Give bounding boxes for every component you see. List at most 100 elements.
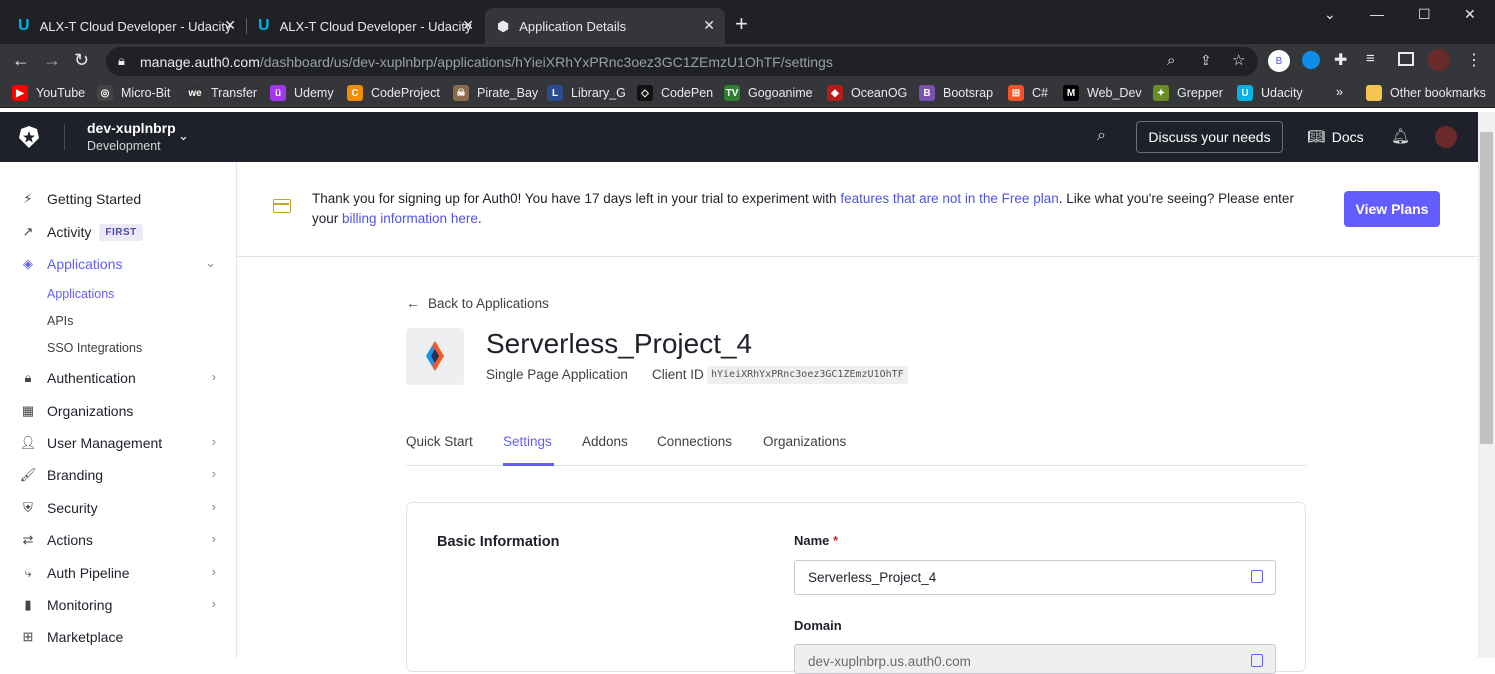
sidebar-subitem-sso-integrations[interactable]: SSO Integrations bbox=[47, 341, 142, 355]
bookmarks-overflow-icon[interactable]: » bbox=[1336, 85, 1343, 99]
copy-icon[interactable] bbox=[1251, 570, 1263, 583]
page-scrollbar[interactable] bbox=[1478, 112, 1495, 658]
minimize-icon[interactable]: — bbox=[1370, 6, 1384, 22]
bookmark-item[interactable]: ⊞ C# bbox=[1008, 85, 1048, 101]
auth0-favicon-icon: ⬢ bbox=[497, 17, 510, 34]
shazam-extension-icon[interactable] bbox=[1302, 51, 1320, 69]
sidebar-item-user-management[interactable]: 👤︎ User Management › bbox=[20, 431, 220, 455]
bookmark-item[interactable]: C CodeProject bbox=[347, 85, 440, 101]
sidebar-item-getting-started[interactable]: ⚡︎ Getting Started bbox=[20, 187, 220, 211]
free-plan-features-link[interactable]: features that are not in the Free plan bbox=[840, 191, 1058, 206]
tab-settings[interactable]: Settings bbox=[503, 434, 552, 449]
browser-tab-active[interactable]: ⬢ Application Details ✕ bbox=[485, 8, 725, 44]
browser-toolbar: ← → ↻ 🔒︎ manage.auth0.com/dashboard/us/d… bbox=[0, 44, 1495, 78]
tab-title: ALX-T Cloud Developer - Udacity bbox=[39, 18, 232, 34]
web-dev-icon: M bbox=[1063, 85, 1079, 101]
back-to-applications-link[interactable]: ← Back to Applications bbox=[406, 295, 549, 311]
bookmark-item[interactable]: we Transfer bbox=[187, 85, 257, 101]
avatar[interactable] bbox=[1435, 126, 1457, 148]
auth0-logo-icon[interactable] bbox=[17, 125, 41, 149]
close-tab-icon[interactable]: ✕ bbox=[462, 17, 474, 34]
docs-link[interactable]: 📖︎ Docs bbox=[1307, 128, 1364, 145]
udacity-icon: U bbox=[258, 17, 270, 34]
close-window-icon[interactable]: ✕ bbox=[1464, 6, 1476, 23]
bookmark-item[interactable]: ✦ Grepper bbox=[1153, 85, 1223, 101]
sidebar-item-branding[interactable]: 🖌︎ Branding › bbox=[20, 463, 220, 487]
first-badge: FIRST bbox=[99, 223, 143, 241]
tab-title: ALX-T Cloud Developer - Udacity bbox=[279, 18, 472, 34]
sidebar-item-monitoring[interactable]: ▮ Monitoring › bbox=[20, 593, 220, 617]
tab-connections[interactable]: Connections bbox=[657, 434, 732, 449]
client-id-value[interactable]: hYieiXRhYxPRnc3oez3GC1ZEmzU1OhTF bbox=[707, 366, 908, 384]
bookmark-item[interactable]: ◎ Micro-Bit bbox=[97, 85, 170, 101]
tenant-switcher[interactable]: dev-xuplnbrp Development bbox=[87, 120, 176, 153]
search-icon[interactable]: ⌕ bbox=[1097, 127, 1106, 145]
forward-arrow-icon[interactable]: → bbox=[43, 50, 61, 71]
media-playlist-icon[interactable]: ≡ bbox=[1366, 50, 1375, 67]
sidebar-item-activity[interactable]: ↗ Activity FIRST bbox=[20, 220, 220, 244]
browser-tab[interactable]: U ALX-T Cloud Developer - Udacity ✕ bbox=[6, 8, 247, 44]
bookmark-item[interactable]: ü Udemy bbox=[270, 85, 334, 101]
new-tab-icon[interactable]: + bbox=[735, 13, 748, 35]
bookmark-item[interactable]: ▶ YouTube bbox=[12, 85, 85, 101]
address-bar[interactable]: 🔒︎ manage.auth0.com/dashboard/us/dev-xup… bbox=[106, 47, 1258, 76]
sidebar: ⚡︎ Getting Started ↗ Activity FIRST ◈ Applic… bbox=[0, 162, 237, 658]
profile-extension-icon[interactable]: B bbox=[1268, 50, 1290, 72]
back-arrow-icon[interactable]: ← bbox=[12, 50, 30, 71]
bookmark-item[interactable]: ◆ OceanOG bbox=[827, 85, 907, 101]
other-bookmarks[interactable]: Other bookmarks bbox=[1366, 85, 1486, 101]
bookmark-item[interactable]: U Udacity bbox=[1237, 85, 1303, 101]
share-icon[interactable]: ⇪ bbox=[1200, 52, 1212, 69]
zoom-search-icon[interactable]: ⌕ bbox=[1167, 52, 1175, 69]
copy-icon[interactable] bbox=[1251, 654, 1263, 667]
bookmark-item[interactable]: L Library_G bbox=[547, 85, 626, 101]
sidebar-item-marketplace[interactable]: ⊞ Marketplace bbox=[20, 625, 220, 649]
sidebar-item-organizations[interactable]: ▦ Organizations bbox=[20, 399, 220, 423]
name-field[interactable]: Serverless_Project_4 bbox=[794, 560, 1276, 595]
sidebar-item-authentication[interactable]: 🔒︎ Authentication › bbox=[20, 366, 220, 390]
bookmark-item[interactable]: M Web_Dev bbox=[1063, 85, 1142, 101]
close-tab-icon[interactable]: ✕ bbox=[224, 17, 236, 34]
client-id-label: Client ID bbox=[652, 367, 704, 382]
bookmark-item[interactable]: TV Gogoanime bbox=[724, 85, 813, 101]
domain-field[interactable]: dev-xuplnbrp.us.auth0.com bbox=[794, 644, 1276, 674]
application-logo bbox=[406, 328, 464, 385]
udacity-icon: U bbox=[1237, 85, 1253, 101]
tab-quick-start[interactable]: Quick Start bbox=[406, 434, 473, 449]
chevron-down-icon[interactable]: ⌄ bbox=[178, 128, 189, 144]
shield-icon: ⛨ bbox=[23, 500, 33, 515]
billing-information-link[interactable]: billing information here bbox=[342, 211, 478, 226]
discuss-needs-button[interactable]: Discuss your needs bbox=[1136, 121, 1283, 153]
more-menu-icon[interactable]: ⋮ bbox=[1466, 50, 1482, 70]
sidebar-item-actions[interactable]: ⇄ Actions › bbox=[20, 528, 220, 552]
reload-icon[interactable]: ↻ bbox=[74, 50, 89, 71]
scrollbar-thumb[interactable] bbox=[1480, 132, 1493, 444]
bookmark-star-icon[interactable]: ☆ bbox=[1232, 51, 1245, 69]
extensions-puzzle-icon[interactable]: ✚ bbox=[1334, 50, 1347, 70]
avatar[interactable] bbox=[1428, 49, 1450, 71]
browser-tab[interactable]: U ALX-T Cloud Developer - Udacity ✕ bbox=[246, 8, 484, 44]
side-panel-icon[interactable] bbox=[1398, 52, 1414, 66]
bookmark-item[interactable]: ☠ Pirate_Bay bbox=[453, 85, 538, 101]
chevron-right-icon: › bbox=[211, 434, 216, 449]
spa-logo-icon bbox=[426, 341, 444, 371]
bookmark-item[interactable]: ◇ CodePen bbox=[637, 85, 713, 101]
sidebar-subitem-apis[interactable]: APIs bbox=[47, 314, 73, 328]
view-plans-button[interactable]: View Plans bbox=[1344, 191, 1440, 227]
sidebar-item-applications[interactable]: ◈ Applications ⌄ bbox=[20, 252, 220, 276]
trial-banner: Thank you for signing up for Auth0! You … bbox=[237, 162, 1478, 257]
sidebar-item-security[interactable]: ⛨ Security › bbox=[20, 496, 220, 520]
tab-search-icon[interactable]: ⌄ bbox=[1324, 6, 1336, 23]
maximize-icon[interactable]: ☐ bbox=[1418, 6, 1431, 23]
pirate-bay-icon: ☠ bbox=[453, 85, 469, 101]
activity-icon: ↗ bbox=[22, 224, 34, 239]
tab-addons[interactable]: Addons bbox=[582, 434, 628, 449]
codepen-icon: ◇ bbox=[637, 85, 653, 101]
lock-icon: 🔒︎ bbox=[24, 370, 32, 385]
bookmark-item[interactable]: B Bootsrap bbox=[919, 85, 993, 101]
close-tab-icon[interactable]: ✕ bbox=[703, 17, 715, 34]
sidebar-item-auth-pipeline[interactable]: ⤷ Auth Pipeline › bbox=[20, 561, 220, 585]
tab-organizations[interactable]: Organizations bbox=[763, 434, 846, 449]
sidebar-subitem-applications[interactable]: Applications bbox=[47, 287, 114, 301]
bell-icon[interactable]: 🔔︎ bbox=[1391, 127, 1410, 145]
